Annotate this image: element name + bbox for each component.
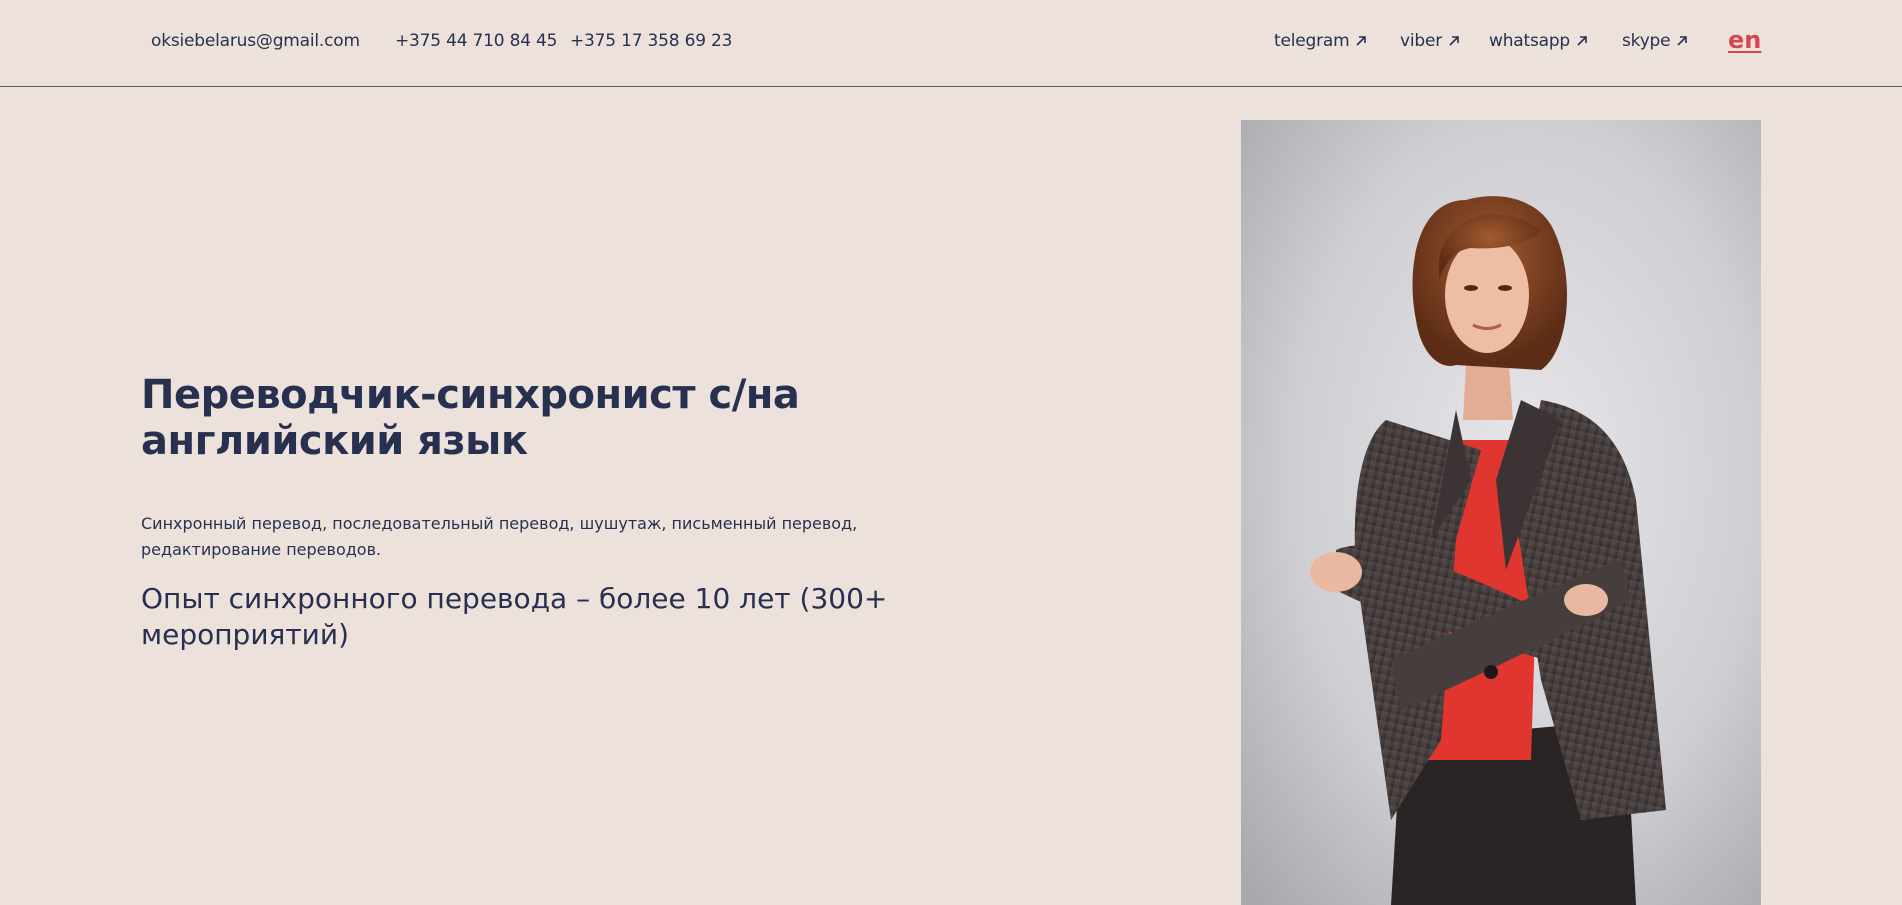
portrait-photo xyxy=(1241,120,1761,905)
whatsapp-link-label: whatsapp xyxy=(1489,31,1571,51)
viber-link[interactable]: viber xyxy=(1400,31,1460,51)
arrow-up-right-icon xyxy=(1449,36,1459,46)
email-link[interactable]: oksiebelarus@gmail.com xyxy=(151,31,360,51)
whatsapp-link[interactable]: whatsapp xyxy=(1489,31,1588,51)
skype-link[interactable]: skype xyxy=(1622,31,1688,51)
arrow-up-right-icon xyxy=(1577,36,1587,46)
phone-link-mobile[interactable]: +375 44 710 84 45 xyxy=(395,31,557,51)
language-switch-link[interactable]: en xyxy=(1728,26,1761,54)
phone-link-landline[interactable]: +375 17 358 69 23 xyxy=(570,31,732,51)
hero-title: Переводчик-синхронист с/на английский яз… xyxy=(141,372,800,464)
hero-experience: Опыт синхронного перевода – более 10 лет… xyxy=(141,582,888,651)
telegram-link[interactable]: telegram xyxy=(1274,31,1367,51)
viber-link-label: viber xyxy=(1400,31,1443,51)
hero-description: Синхронный перевод, последовательный пер… xyxy=(141,514,858,559)
skype-link-label: skype xyxy=(1622,31,1671,51)
arrow-up-right-icon xyxy=(1356,36,1367,46)
telegram-link-label: telegram xyxy=(1274,31,1350,51)
arrow-up-right-icon xyxy=(1677,36,1688,46)
top-bar: oksiebelarus@gmail.com +375 44 710 84 45… xyxy=(0,0,1902,87)
